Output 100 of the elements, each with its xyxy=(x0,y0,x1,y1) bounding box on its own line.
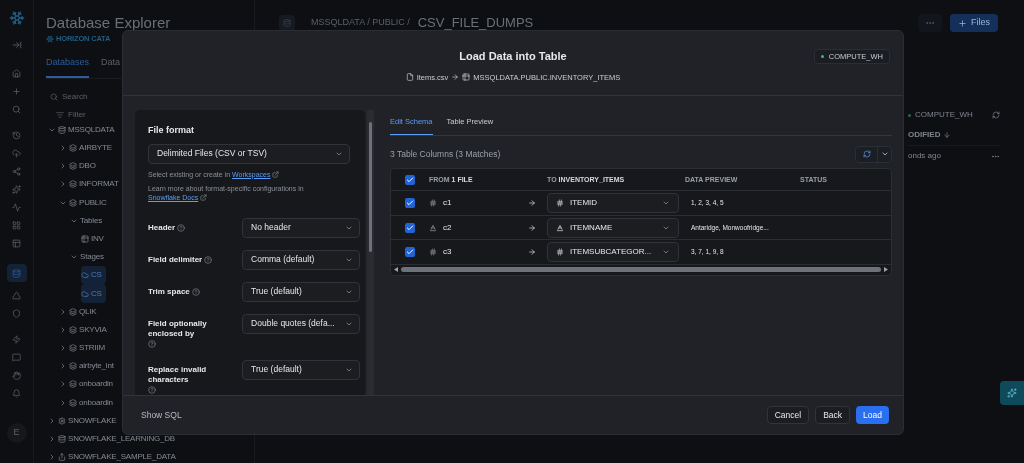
help-icon[interactable] xyxy=(148,339,156,348)
field-label: File format xyxy=(148,124,195,137)
dropdown[interactable]: Delimited Files (CSV or TSV) xyxy=(148,143,350,164)
field-label: Field optionally enclosed by xyxy=(148,318,208,339)
chevron-down-icon xyxy=(662,199,670,207)
collapse-icon[interactable] xyxy=(11,40,22,50)
tree-item[interactable]: airbyte_int xyxy=(59,357,118,376)
filter-button[interactable]: Filter xyxy=(56,108,86,121)
scrollbar[interactable] xyxy=(367,110,374,396)
sparkles-icon xyxy=(1007,388,1017,398)
tree-item[interactable]: Stages xyxy=(70,248,108,267)
tab[interactable]: Data xyxy=(101,56,121,78)
checkbox[interactable] xyxy=(405,198,415,208)
refresh-icon[interactable] xyxy=(992,111,1000,119)
scrollbar-thumb[interactable] xyxy=(369,122,372,252)
home-icon xyxy=(12,68,21,78)
column-dropdown[interactable]: ITEMSUBCATEGOR... xyxy=(547,242,679,262)
tree-item[interactable]: INV xyxy=(81,229,108,249)
help-icon[interactable] xyxy=(204,255,213,264)
tree-item[interactable]: MSSQLDATA xyxy=(48,120,119,139)
external-link-icon xyxy=(200,194,208,202)
scroll-left-icon[interactable] xyxy=(394,267,398,273)
scroll-right-icon[interactable] xyxy=(884,267,888,273)
table-icon xyxy=(462,73,471,82)
activity-icon xyxy=(12,202,21,212)
share-icon xyxy=(58,453,66,462)
scrollbar-thumb[interactable] xyxy=(401,267,881,273)
plus-icon xyxy=(12,86,21,96)
assistant-button[interactable] xyxy=(1000,381,1024,405)
layers-icon xyxy=(69,398,77,407)
column-dropdown[interactable]: ITEMNAME xyxy=(547,217,679,238)
layout-icon xyxy=(12,238,21,248)
checkbox[interactable] xyxy=(405,222,415,233)
text-type-icon xyxy=(429,223,437,232)
help-icon[interactable] xyxy=(191,287,200,296)
dropdown[interactable]: True (default) xyxy=(242,281,360,302)
clock-icon xyxy=(12,130,21,140)
checkbox[interactable] xyxy=(405,174,415,185)
snowflake-icon xyxy=(46,34,54,43)
show-sql-link[interactable]: Show SQL xyxy=(141,408,182,422)
table-cell: onds ago xyxy=(908,150,941,162)
rail-item[interactable] xyxy=(6,264,27,282)
column-header[interactable]: ODIFIED xyxy=(908,128,941,141)
dialog-button[interactable]: Back xyxy=(815,406,851,424)
tree-item[interactable]: INFORMAT xyxy=(59,175,123,194)
help-icon[interactable] xyxy=(177,223,186,232)
search-field[interactable]: Search xyxy=(50,90,110,103)
snowflake-icon[interactable] xyxy=(8,10,25,26)
tree-item[interactable]: PUBLIC xyxy=(59,193,111,212)
gear-icon xyxy=(58,416,66,425)
tree-item[interactable]: SNOWFLAKE_LEARNING_DB xyxy=(48,429,179,449)
dialog-title: Load Data into Table xyxy=(459,49,567,64)
load-button[interactable]: Load xyxy=(856,406,889,424)
checkbox[interactable] xyxy=(405,247,415,257)
chevron-down-icon xyxy=(662,248,670,256)
search-icon xyxy=(12,104,21,114)
triangle-icon xyxy=(12,290,21,300)
layers-icon xyxy=(69,198,77,207)
more-button[interactable] xyxy=(918,14,942,32)
layers-icon xyxy=(69,307,77,316)
dropdown[interactable]: Comma (default) xyxy=(242,249,360,270)
tree-item[interactable]: SKYVIA xyxy=(59,320,111,339)
tree-item[interactable]: onboardin xyxy=(59,375,117,394)
hash-icon xyxy=(429,248,437,256)
external-link-icon xyxy=(272,171,280,179)
tree-item[interactable]: DBO xyxy=(59,157,100,176)
dropdown[interactable]: No header xyxy=(242,217,360,238)
filter-icon xyxy=(56,110,64,119)
dropdown[interactable]: True (default) xyxy=(242,359,360,380)
hash-icon xyxy=(429,199,437,207)
tree-item[interactable]: SNOWFLAKE_SAMPLE_DATA xyxy=(48,448,180,463)
tree-item[interactable]: AIRBYTE xyxy=(59,138,116,158)
plus-icon xyxy=(958,18,967,28)
shield-icon xyxy=(12,308,21,318)
add-files-button[interactable]: Files xyxy=(950,14,998,32)
layers-icon xyxy=(69,344,77,353)
table-cell: c1 xyxy=(443,197,452,209)
tree-item[interactable]: CS xyxy=(81,284,106,303)
check-icon xyxy=(406,199,414,207)
tree-item[interactable]: STRIIM xyxy=(59,339,109,358)
dialog-button[interactable]: Cancel xyxy=(766,406,810,424)
horizontal-scrollbar[interactable] xyxy=(391,264,891,275)
check-icon xyxy=(406,223,414,232)
layers-icon xyxy=(69,180,77,189)
help-icon[interactable] xyxy=(148,385,156,394)
tree-item[interactable]: Tables xyxy=(70,211,106,230)
tree-item[interactable]: CS xyxy=(81,266,106,285)
column-dropdown[interactable]: ITEMID xyxy=(547,193,679,213)
tree-item[interactable]: SNOWFLAKE xyxy=(48,411,121,430)
layers-icon xyxy=(69,325,77,334)
tree-item[interactable]: QLIK xyxy=(59,302,101,321)
tree-item[interactable]: onboardin xyxy=(59,393,117,412)
field-label: Field delimiter xyxy=(148,254,203,265)
layers-icon xyxy=(69,380,77,389)
dropdown[interactable]: Double quotes (defa... xyxy=(242,313,360,334)
breadcrumb[interactable]: MSSQLDATA / PUBLIC / xyxy=(311,16,410,30)
refresh-icon[interactable] xyxy=(862,150,871,159)
warehouse-label[interactable]: COMPUTE_WH xyxy=(915,109,973,121)
search-icon xyxy=(50,92,58,101)
database-icon xyxy=(58,125,66,134)
